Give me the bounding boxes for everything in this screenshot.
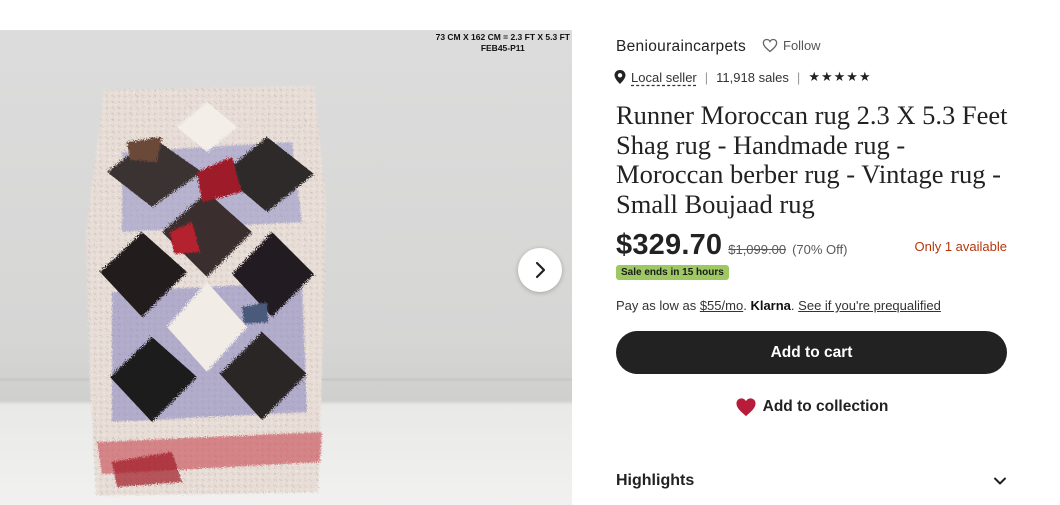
- discount-percent: (70% Off): [792, 242, 848, 257]
- image-caption: 73 CM X 162 CM = 2.3 FT X 5.3 FT FEB45-P…: [436, 32, 570, 54]
- price-row: $329.70 $1,099.00 (70% Off): [616, 229, 847, 262]
- chevron-right-icon: [535, 261, 546, 279]
- star-icon: ★: [833, 69, 846, 84]
- divider: |: [704, 69, 709, 85]
- add-to-collection-label: Add to collection: [762, 398, 889, 415]
- sales-count: 11,918 sales: [716, 69, 789, 85]
- sale-price: $329.70: [616, 229, 723, 261]
- installment-info: Pay as low as $55/mo. Klarna. See if you…: [616, 298, 941, 313]
- chevron-down-icon: [994, 477, 1006, 485]
- image-caption-dimensions: 73 CM X 162 CM = 2.3 FT X 5.3 FT: [435, 32, 570, 42]
- local-seller-link[interactable]: Local seller: [631, 70, 697, 85]
- add-to-collection-button[interactable]: Add to collection: [616, 388, 1007, 426]
- period: .: [743, 298, 747, 313]
- rug-photo: [86, 86, 326, 496]
- star-icon: ★: [846, 69, 858, 84]
- map-pin-icon: [614, 70, 626, 84]
- next-image-button[interactable]: [518, 248, 562, 292]
- sale-ends-badge: Sale ends in 15 hours: [616, 265, 729, 280]
- installment-prefix: Pay as low as: [616, 298, 697, 313]
- prequalify-link[interactable]: See if you're prequalified: [798, 298, 941, 313]
- image-caption-sku: FEB45-P11: [480, 43, 525, 53]
- star-icon: ★: [808, 69, 820, 84]
- product-title: Runner Moroccan rug 2.3 X 5.3 Feet Shag …: [616, 100, 1008, 219]
- product-image-gallery[interactable]: 73 CM X 162 CM = 2.3 FT X 5.3 FT FEB45-P…: [0, 30, 572, 505]
- klarna-logo: Klarna: [750, 298, 791, 313]
- shop-name-link[interactable]: Beniouraincarpets: [616, 38, 746, 56]
- original-price: $1,099.00: [728, 242, 787, 257]
- period: .: [790, 298, 795, 313]
- highlights-toggle[interactable]: Highlights: [616, 472, 1007, 490]
- divider: |: [796, 69, 801, 85]
- shop-header: Beniouraincarpets: [616, 38, 746, 56]
- installment-amount-link[interactable]: $55/mo: [700, 298, 743, 313]
- star-icon: ★: [858, 69, 871, 84]
- follow-shop-button[interactable]: Follow: [762, 38, 821, 53]
- star-icon: ★: [820, 69, 833, 84]
- heart-filled-icon: [736, 398, 756, 417]
- rating-stars[interactable]: ★ ★ ★ ★ ★: [808, 69, 870, 85]
- highlights-heading: Highlights: [616, 472, 695, 489]
- follow-label: Follow: [783, 38, 821, 53]
- availability-notice: Only 1 available: [914, 239, 1008, 254]
- add-to-cart-button[interactable]: Add to cart: [616, 331, 1007, 374]
- heart-outline-icon: [762, 38, 778, 53]
- seller-meta: Local seller | 11,918 sales | ★ ★ ★ ★ ★: [614, 69, 871, 85]
